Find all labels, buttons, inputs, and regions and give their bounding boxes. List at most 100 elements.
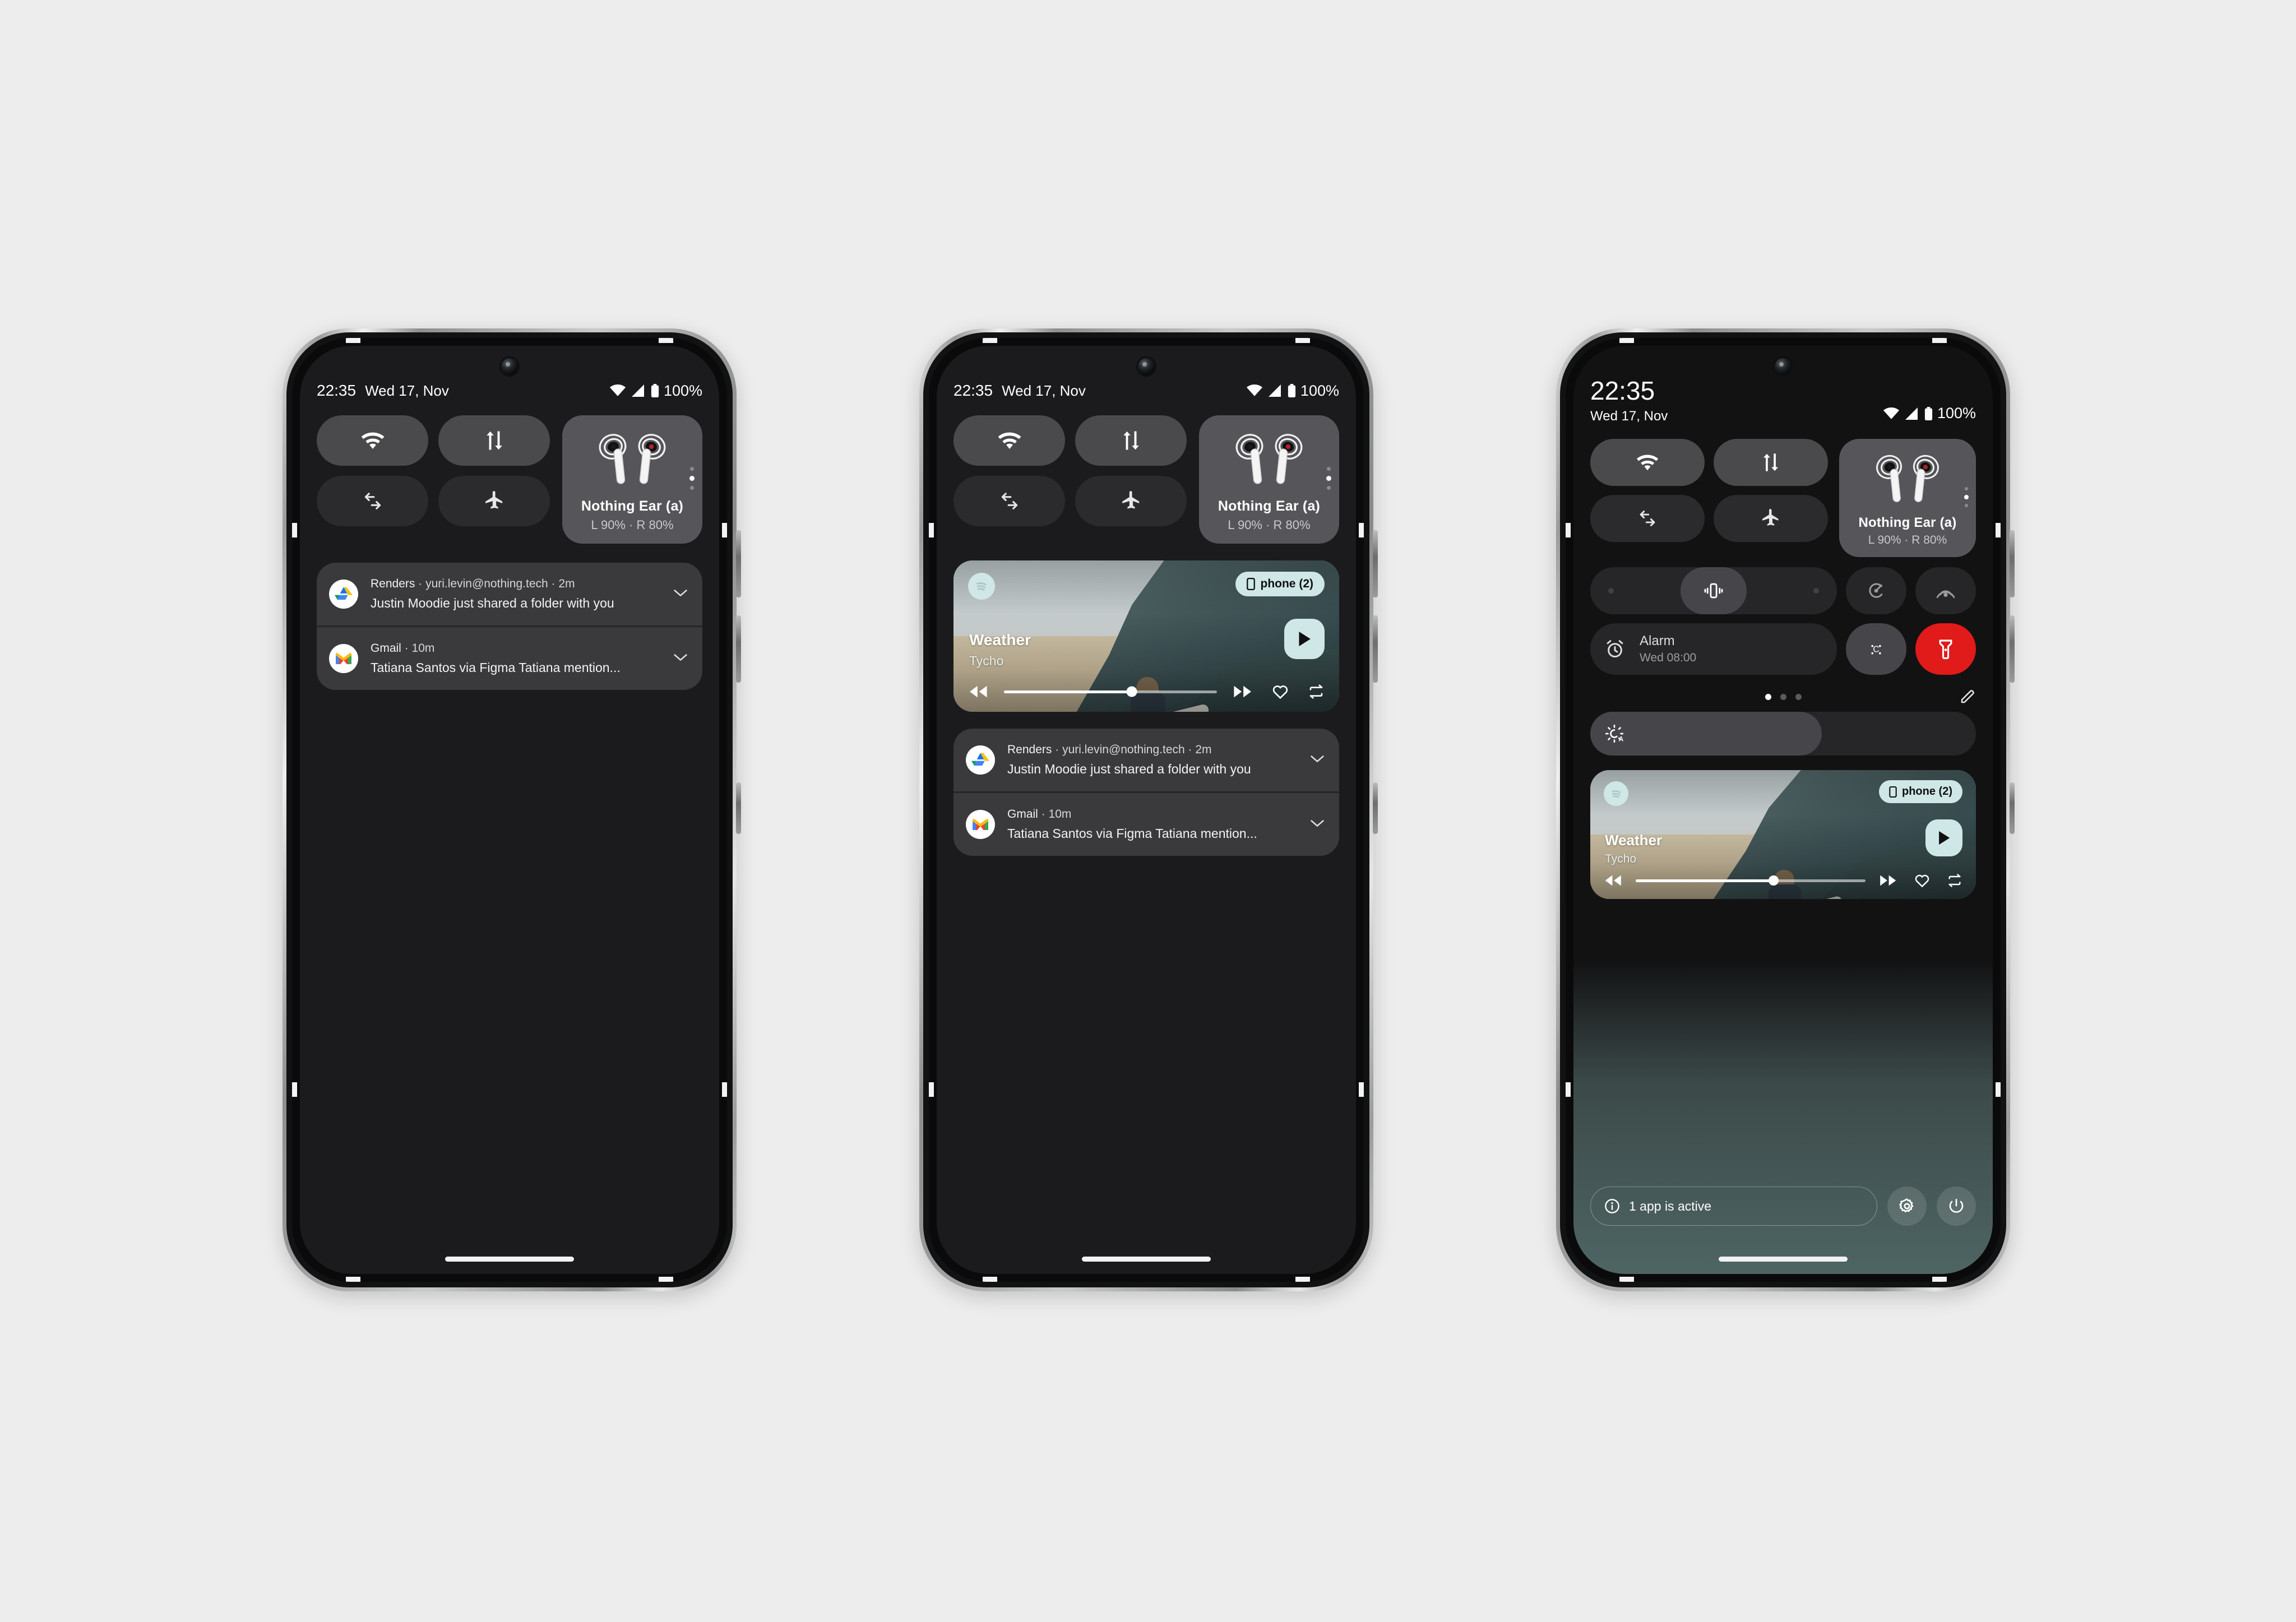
chevron-down-icon[interactable] [1310,754,1325,766]
volume-down-button[interactable] [1373,615,1378,683]
front-camera [1775,358,1792,375]
earbuds-illustration [599,434,666,484]
sep: · [551,577,556,590]
media-title: Weather [969,631,1031,648]
play-button[interactable] [1925,819,1962,857]
wifi-tile[interactable] [953,415,1065,466]
gesture-nav-bar[interactable] [445,1257,574,1262]
auto-rotate-tile[interactable] [953,476,1065,526]
sep: · [1188,743,1192,756]
notification-group: Renders · yuri.levin@nothing.tech · 2m J… [317,563,702,690]
wifi-icon [609,384,626,397]
notification-row[interactable]: Gmail · 10m Tatiana Santos via Figma Tat… [317,627,702,690]
notification-row[interactable]: Gmail · 10m Tatiana Santos via Figma Tat… [953,793,1339,856]
alarm-tile[interactable]: Alarm Wed 08:00 [1590,623,1837,675]
front-camera [1138,358,1155,375]
power-button[interactable] [1373,782,1378,834]
status-bar-expanded: 22:35 Wed 17, Nov 100% [1590,377,1976,424]
heart-icon[interactable] [1272,684,1289,699]
output-device-chip[interactable]: phone (2) [1879,780,1962,804]
volume-down-button[interactable] [736,615,741,683]
volume-down-button[interactable] [2010,615,2015,683]
edit-tiles-button[interactable] [1959,688,1976,705]
vibrate-mode-tile[interactable] [1590,567,1837,615]
status-bar: 22:35 Wed 17, Nov 100% [317,382,702,400]
theme-tile[interactable]: C [1846,623,1906,675]
notification-shade-with-media: 22:35 Wed 17, Nov 100% Nothing Ear (a) L… [937,382,1356,856]
seek-handle[interactable] [1769,875,1779,886]
auto-rotate-tile[interactable] [1590,495,1705,543]
phone-1: 22:35 Wed 17, Nov 100% Nothing Ear (a) L… [283,328,741,1291]
media-player[interactable]: phone (2) Weather Tycho [953,560,1339,712]
fast-forward-icon[interactable] [1879,874,1897,887]
media-controls [953,684,1339,699]
heart-icon[interactable] [1914,873,1930,888]
play-button[interactable] [1284,619,1325,659]
notification-row[interactable]: Renders · yuri.levin@nothing.tech · 2m J… [953,729,1339,791]
status-time: 22:35 [317,382,357,399]
auto-rotate-tile[interactable] [317,476,428,526]
output-device-chip[interactable]: phone (2) [1235,572,1325,596]
gmail-icon [329,644,358,673]
media-controls [1590,873,1976,888]
quick-settings-row: Nothing Ear (a) L 90% · R 80% [317,415,702,544]
notification-group: Renders · yuri.levin@nothing.tech · 2m J… [953,729,1339,856]
airplane-mode-tile[interactable] [1075,476,1187,526]
connected-device-card[interactable]: Nothing Ear (a) L 90% · R 80% [1839,439,1976,558]
battery-icon [1288,384,1296,397]
power-menu-button[interactable] [1937,1187,1976,1226]
notification-text: Justin Moodie just shared a folder with … [1007,762,1251,776]
media-color-tint [1573,960,1993,1274]
earbuds-illustration [1235,434,1303,484]
phone-2-screen: 22:35 Wed 17, Nov 100% Nothing Ear (a) L… [937,346,1356,1274]
notification-header: Renders · yuri.levin@nothing.tech · 2m [1007,743,1300,757]
gesture-nav-bar[interactable] [1719,1257,1848,1262]
notification-shade-collapsed: 22:35 Wed 17, Nov 100% Nothing Ear (a) L… [300,382,719,690]
fast-forward-icon[interactable] [1233,685,1253,698]
connected-device-card[interactable]: Nothing Ear (a) L 90% · R 80% [1199,415,1339,544]
phone-1-screen: 22:35 Wed 17, Nov 100% Nothing Ear (a) L… [300,346,719,1274]
media-player[interactable]: phone (2) Weather Tycho [1590,770,1976,900]
volume-up-button[interactable] [736,530,741,597]
brightness-slider[interactable]: A [1590,712,1976,756]
notification-row[interactable]: Renders · yuri.levin@nothing.tech · 2m J… [317,563,702,625]
power-button[interactable] [2010,782,2015,834]
svg-text:C: C [1873,645,1879,655]
connected-device-card[interactable]: Nothing Ear (a) L 90% · R 80% [562,415,702,544]
wifi-tile[interactable] [1590,439,1705,486]
device-battery: L 90% · R 80% [1228,518,1311,532]
device-name: Nothing Ear (a) [1858,515,1957,531]
volume-up-button[interactable] [2010,530,2015,597]
chevron-down-icon[interactable] [1310,819,1325,831]
seek-handle[interactable] [1126,686,1137,697]
airplane-mode-tile[interactable] [1714,495,1828,543]
mobile-data-tile[interactable] [1075,415,1187,466]
mobile-data-tile[interactable] [438,415,550,466]
active-apps-pill[interactable]: 1 app is active [1590,1187,1877,1226]
repeat-icon[interactable] [1308,684,1325,699]
quick-settings-expanded: 22:35 Wed 17, Nov 100% Nothing Ear (a) L… [1573,377,1993,900]
flashlight-tile[interactable] [1915,623,1976,675]
volume-up-button[interactable] [1373,530,1378,597]
google-drive-icon [329,580,358,609]
sep: · [418,577,423,590]
battery-saver-tile[interactable] [1846,567,1906,615]
hotspot-icon [1936,590,1955,599]
repeat-icon[interactable] [1947,874,1962,888]
chevron-down-icon[interactable] [673,653,688,665]
hotspot-tile[interactable] [1915,567,1976,615]
mobile-data-tile[interactable] [1714,439,1828,486]
seek-bar[interactable] [1636,875,1866,886]
settings-button[interactable] [1887,1187,1927,1226]
notification-time: 10m [411,642,435,655]
vibrate-icon [1704,583,1723,599]
rewind-icon[interactable] [1604,874,1622,887]
power-button[interactable] [736,782,741,834]
gesture-nav-bar[interactable] [1082,1257,1211,1262]
rewind-icon[interactable] [968,685,988,698]
seek-bar[interactable] [1004,686,1217,697]
wifi-tile[interactable] [317,415,428,466]
chevron-down-icon[interactable] [673,588,688,600]
cellular-signal-icon [1267,384,1282,397]
airplane-mode-tile[interactable] [438,476,550,526]
